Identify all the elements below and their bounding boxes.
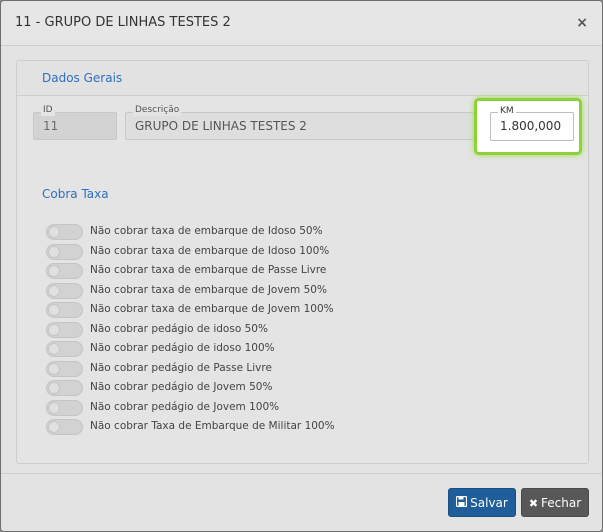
- toggle-label: Não cobrar pedágio de idoso 50%: [90, 322, 268, 335]
- close-icon[interactable]: ×: [576, 15, 588, 31]
- modal-title: 11 - GRUPO DE LINHAS TESTES 2: [15, 15, 231, 30]
- toggle-knob: [48, 323, 60, 336]
- toggle-label: Não cobrar taxa de embarque de Jovem 100…: [90, 303, 334, 315]
- form-panel: Dados Gerais ID 11 Descrição GRUPO DE LI…: [16, 60, 589, 464]
- toggle-label: Não cobrar taxa de embarque de Idoso 50%: [90, 225, 323, 237]
- descricao-label: Descrição: [133, 105, 182, 116]
- floppy-disk-icon: [456, 489, 468, 518]
- id-label: ID: [41, 105, 55, 116]
- cobra-taxa-title: Cobra Taxa: [42, 187, 109, 201]
- toggle-switch[interactable]: [46, 282, 83, 299]
- toggle-knob: [48, 304, 60, 316]
- toggle-switch[interactable]: [46, 243, 83, 260]
- toggle-knob: [48, 382, 60, 394]
- km-label: KM: [498, 106, 516, 117]
- toggle-switch[interactable]: [46, 321, 83, 338]
- save-button[interactable]: Salvar: [448, 488, 516, 517]
- toggle-knob: [48, 343, 60, 355]
- toggle-knob: [48, 226, 60, 238]
- id-value: 11: [43, 119, 59, 133]
- save-button-label: Salvar: [470, 496, 508, 510]
- toggle-knob: [48, 265, 60, 277]
- toggle-switch[interactable]: [46, 302, 83, 318]
- id-field: ID 11: [33, 105, 117, 140]
- toggle-switch[interactable]: [46, 399, 83, 416]
- toggle-knob: [48, 245, 60, 258]
- toggle-knob: [48, 401, 60, 414]
- toggle-switch[interactable]: [46, 224, 83, 240]
- km-highlight: KM 1.800,000: [474, 98, 582, 155]
- dados-gerais-header: Dados Gerais: [17, 61, 588, 96]
- close-button[interactable]: ✖ Fechar: [521, 488, 589, 517]
- descricao-field[interactable]: Descrição GRUPO DE LINHAS TESTES 2: [125, 105, 483, 140]
- modal-footer: Salvar ✖ Fechar: [1, 473, 602, 531]
- toggle-switch[interactable]: [46, 380, 83, 396]
- close-button-label: Fechar: [541, 496, 582, 510]
- toggle-switch[interactable]: [46, 360, 83, 377]
- toggle-label: Não cobrar pedágio de Jovem 50%: [90, 381, 273, 393]
- toggle-label: Não cobrar Taxa de Embarque de Militar 1…: [90, 420, 335, 432]
- toggle-label: Não cobrar pedágio de Passe Livre: [90, 361, 272, 374]
- toggle-switch[interactable]: [46, 263, 83, 279]
- toggle-switch[interactable]: [46, 341, 83, 357]
- toggle-switch[interactable]: [46, 419, 83, 435]
- toggle-knob: [48, 362, 60, 375]
- dados-gerais-title: Dados Gerais: [42, 71, 123, 85]
- x-icon: ✖: [528, 497, 539, 510]
- km-field[interactable]: KM 1.800,000: [490, 106, 574, 141]
- toggle-label: Não cobrar taxa de embarque de Jovem 50%: [90, 283, 327, 296]
- descricao-value: GRUPO DE LINHAS TESTES 2: [135, 119, 307, 133]
- toggle-knob: [48, 284, 60, 297]
- toggle-label: Não cobrar taxa de embarque de Passe Liv…: [90, 264, 327, 276]
- modal-header: 11 - GRUPO DE LINHAS TESTES 2 ×: [1, 1, 602, 46]
- toggle-knob: [48, 421, 60, 433]
- km-value: 1.800,000: [500, 119, 562, 133]
- toggle-label: Não cobrar pedágio de Jovem 100%: [90, 400, 280, 413]
- toggle-label: Não cobrar pedágio de idoso 100%: [90, 342, 275, 354]
- toggle-label: Não cobrar taxa de embarque de Idoso 100…: [90, 244, 330, 257]
- modal-dialog: 11 - GRUPO DE LINHAS TESTES 2 × Dados Ge…: [0, 0, 603, 532]
